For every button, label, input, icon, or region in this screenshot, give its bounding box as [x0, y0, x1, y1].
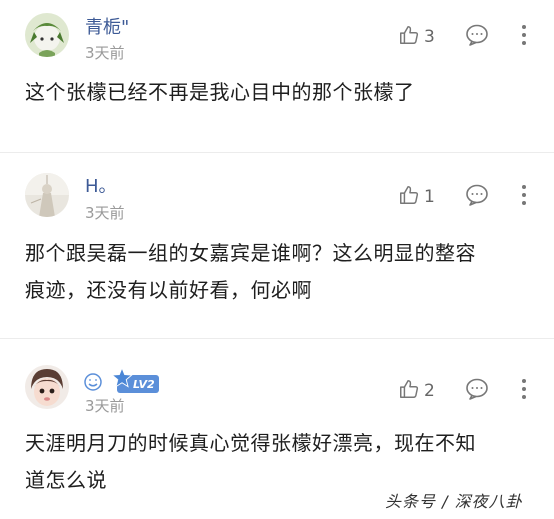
like-button[interactable]: 1 — [398, 184, 435, 210]
more-vertical-icon — [520, 379, 528, 399]
more-options-button[interactable] — [520, 379, 528, 403]
more-vertical-icon — [520, 185, 528, 205]
vip-star-icon — [111, 366, 133, 392]
timestamp: 3天前 — [85, 397, 125, 415]
comment-bubble-icon — [465, 24, 489, 50]
username[interactable]: 青栀" — [85, 13, 129, 39]
username[interactable]: H。 — [85, 172, 117, 198]
avatar[interactable] — [25, 173, 69, 217]
comment-item: 青栀" 3天前 3 这个张檬已经不再是我心目中的那个张檬了 — [0, 0, 554, 150]
comment-text: 那个跟吴磊一组的女嘉宾是谁啊？这么明显的整容 痕迹，还没有以前好看，何必啊 — [25, 235, 525, 309]
avatar[interactable] — [25, 365, 69, 409]
reply-button[interactable] — [465, 378, 489, 404]
more-options-button[interactable] — [520, 25, 528, 49]
like-button[interactable]: 2 — [398, 378, 435, 404]
timestamp: 3天前 — [85, 204, 125, 222]
like-count: 1 — [424, 187, 435, 207]
like-count: 2 — [424, 381, 435, 401]
avatar[interactable] — [25, 13, 69, 57]
comment-bubble-icon — [465, 378, 489, 404]
reply-button[interactable] — [465, 184, 489, 210]
thumbs-up-icon — [398, 24, 420, 50]
like-button[interactable]: 3 — [398, 24, 435, 50]
thumbs-up-icon — [398, 184, 420, 210]
more-vertical-icon — [520, 25, 528, 45]
timestamp: 3天前 — [85, 44, 125, 62]
level-text: LV2 — [133, 377, 155, 391]
comment-text-line: 那个跟吴磊一组的女嘉宾是谁啊？这么明显的整容 — [25, 241, 476, 265]
user-badges: LV2 — [83, 366, 159, 396]
smile-icon — [83, 372, 103, 396]
watermark: 头条号 / 深夜八卦 — [385, 492, 523, 511]
comment-text-line: 天涯明月刀的时候真心觉得张檬好漂亮，现在不知 — [25, 431, 476, 455]
thumbs-up-icon — [398, 378, 420, 404]
reply-button[interactable] — [465, 24, 489, 50]
level-badge: LV2 — [111, 366, 159, 393]
comment-text: 这个张檬已经不再是我心目中的那个张檬了 — [25, 80, 415, 104]
like-count: 3 — [424, 27, 435, 47]
more-options-button[interactable] — [520, 185, 528, 209]
comment-bubble-icon — [465, 184, 489, 210]
comment-text-line: 痕迹，还没有以前好看，何必啊 — [25, 278, 312, 302]
comment-item: H。 3天前 1 那个跟吴磊一组的女嘉宾是谁啊？这么明显的整容 痕迹，还没有以前… — [0, 153, 554, 338]
